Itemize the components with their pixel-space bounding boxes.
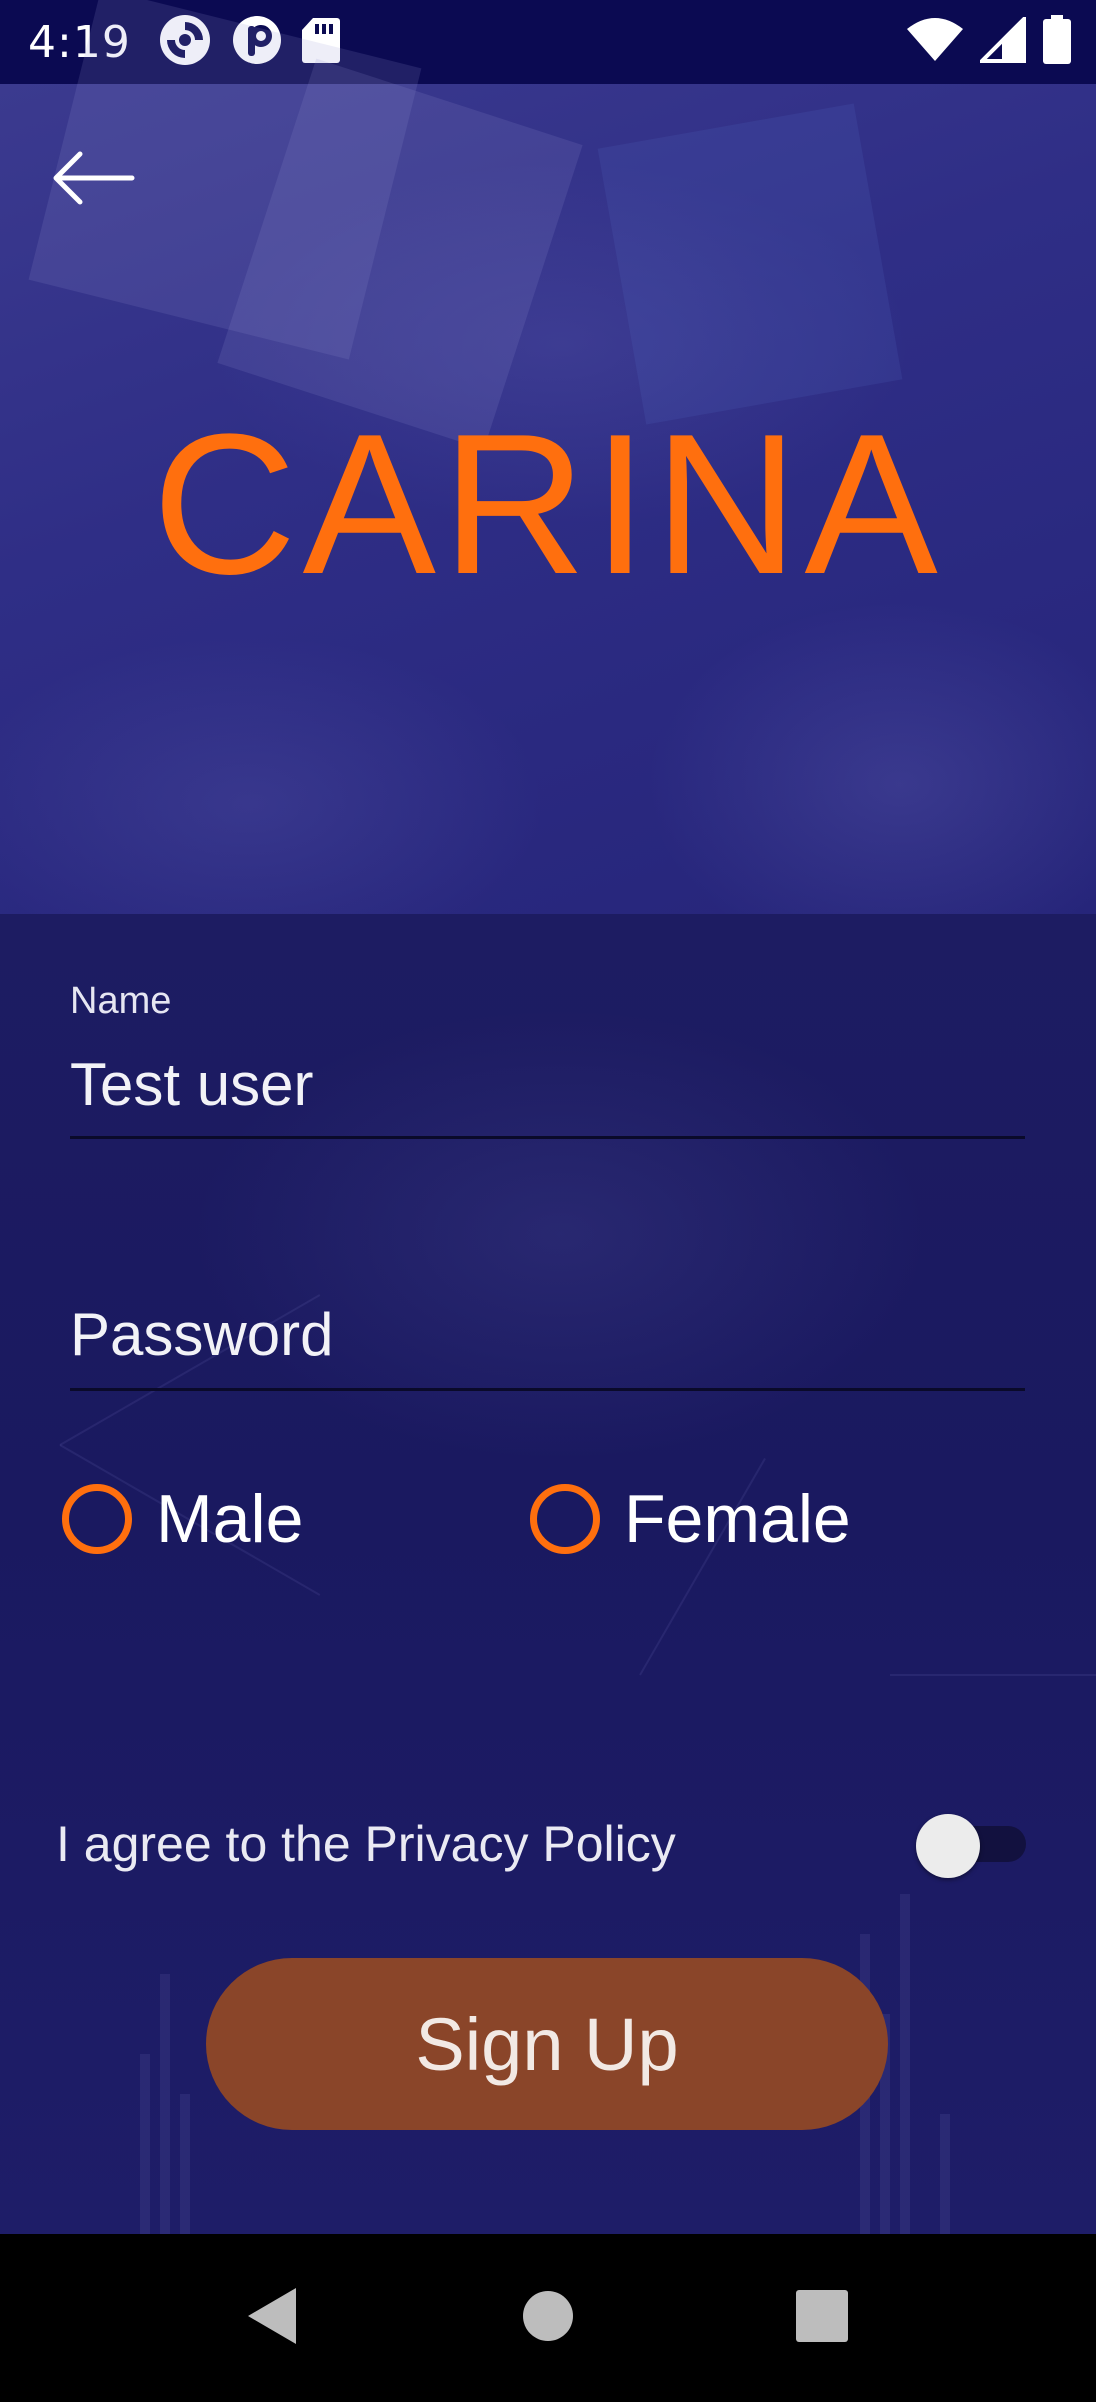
background-decoration [900, 1894, 910, 2234]
privacy-toggle[interactable] [916, 1814, 1026, 1878]
background-decoration [940, 2114, 950, 2234]
system-nav-bar [0, 2234, 1096, 2402]
nav-home-button[interactable] [488, 2234, 608, 2402]
privacy-label: I agree to the Privacy Policy [56, 1816, 676, 1872]
radio-unchecked-icon [62, 1484, 132, 1554]
signup-form: Name Test user Password Male Female I ag… [0, 914, 1096, 2234]
status-icons-right [906, 0, 1072, 84]
gender-radio-male[interactable]: Male [62, 1480, 303, 1558]
app-logo-text: CARINA [152, 393, 944, 616]
gender-radio-female[interactable]: Female [530, 1480, 851, 1558]
password-input[interactable]: Password [70, 1300, 333, 1369]
name-input[interactable]: Test user [70, 1050, 313, 1119]
nav-back-button[interactable] [212, 2234, 332, 2402]
background-decoration [160, 1974, 170, 2234]
name-underline [70, 1136, 1025, 1139]
password-underline [70, 1388, 1025, 1391]
arrow-left-icon [48, 148, 136, 213]
background-decoration [890, 1674, 1096, 1676]
hero-section: CARINA [0, 0, 1096, 914]
gender-option-label: Female [624, 1481, 851, 1557]
signup-screen: 4:19 CARINA Name Test user Password Male… [0, 0, 1096, 2402]
privacy-row: I agree to the Privacy Policy [56, 1799, 1026, 1889]
toggle-thumb [916, 1814, 980, 1878]
battery-icon [1042, 14, 1072, 70]
name-label: Name [70, 980, 172, 1022]
back-triangle-icon [244, 2286, 300, 2351]
background-decoration [140, 2054, 150, 2234]
back-button[interactable] [44, 140, 140, 220]
home-circle-icon [521, 2289, 575, 2348]
background-decoration [597, 103, 903, 425]
recents-square-icon [795, 2289, 849, 2348]
background-decoration [180, 2094, 190, 2234]
cell-signal-icon [977, 13, 1026, 68]
radio-unchecked-icon [530, 1484, 600, 1554]
sign-up-button[interactable]: Sign Up [206, 1958, 888, 2130]
nav-recents-button[interactable] [762, 2234, 882, 2402]
gender-option-label: Male [156, 1481, 304, 1557]
wifi-icon [906, 17, 964, 68]
